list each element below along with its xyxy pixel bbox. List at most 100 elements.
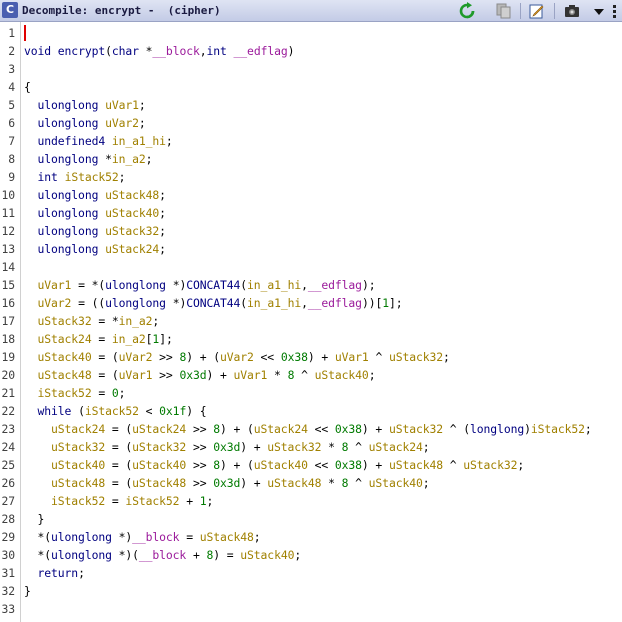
code-line[interactable]: 26 uStack48 = (uStack48 >> 0x3d) + uStac… bbox=[0, 474, 622, 492]
code-token[interactable]: int bbox=[207, 44, 227, 58]
code-token[interactable]: ) + ( bbox=[220, 422, 254, 436]
code-token[interactable]: in_a1_hi bbox=[247, 296, 301, 310]
code-line[interactable]: 6 ulonglong uVar2; bbox=[0, 114, 622, 132]
code-token[interactable]: << bbox=[308, 422, 335, 436]
code-text[interactable]: ulonglong uVar1; bbox=[24, 96, 146, 114]
code-token[interactable]: uVar1 bbox=[119, 368, 153, 382]
code-text[interactable]: ulonglong uStack40; bbox=[24, 204, 167, 222]
code-token[interactable]: ; bbox=[443, 350, 450, 364]
code-token[interactable]: uStack48 bbox=[200, 530, 254, 544]
code-token[interactable]: ulonglong bbox=[51, 548, 112, 562]
code-token[interactable]: ulonglong bbox=[38, 242, 99, 256]
code-token[interactable]: ; bbox=[139, 116, 146, 130]
code-token[interactable]: ; bbox=[159, 206, 166, 220]
code-token[interactable]: uStack32 bbox=[463, 458, 517, 472]
code-token[interactable]: uStack40 bbox=[51, 458, 105, 472]
code-token[interactable]: << bbox=[308, 458, 335, 472]
code-token[interactable]: *( bbox=[24, 548, 52, 562]
code-text[interactable]: uStack48 = (uStack48 >> 0x3d) + uStack48… bbox=[24, 474, 430, 492]
code-text[interactable]: iStack52 = 0; bbox=[24, 384, 126, 402]
code-text[interactable]: undefined4 in_a1_hi; bbox=[24, 132, 173, 150]
code-token[interactable]: = ( bbox=[105, 422, 132, 436]
code-token[interactable]: __block bbox=[152, 44, 199, 58]
code-token[interactable]: = bbox=[92, 386, 112, 400]
code-token[interactable]: CONCAT44 bbox=[186, 278, 240, 292]
code-line[interactable]: 32} bbox=[0, 582, 622, 600]
code-token[interactable]: ulonglong bbox=[38, 116, 99, 130]
code-text[interactable]: uStack40 = (uStack40 >> 8) + (uStack40 <… bbox=[24, 456, 524, 474]
code-token[interactable]: ulonglong bbox=[38, 152, 99, 166]
code-token[interactable]: = ( bbox=[105, 440, 132, 454]
code-token[interactable]: uVar2 bbox=[105, 116, 139, 130]
code-token[interactable]: 0x3d bbox=[179, 368, 206, 382]
code-token[interactable]: uStack24 bbox=[38, 332, 92, 346]
code-token[interactable]: ) + bbox=[240, 440, 267, 454]
code-token[interactable]: ) bbox=[524, 422, 531, 436]
code-token[interactable]: uStack24 bbox=[254, 422, 308, 436]
code-token[interactable]: uStack32 bbox=[267, 440, 321, 454]
code-token[interactable]: ulonglong bbox=[38, 98, 99, 112]
code-token[interactable] bbox=[24, 206, 38, 220]
code-token[interactable]: ; bbox=[152, 314, 159, 328]
code-token[interactable]: = ( bbox=[105, 458, 132, 472]
code-token[interactable] bbox=[24, 422, 51, 436]
code-token[interactable]: * bbox=[321, 440, 341, 454]
code-token[interactable]: ) + bbox=[362, 422, 389, 436]
code-token[interactable]: ) + bbox=[308, 350, 335, 364]
code-token[interactable]: uStack48 bbox=[105, 188, 159, 202]
code-token[interactable]: uStack32 bbox=[105, 224, 159, 238]
code-token[interactable]: ; bbox=[159, 188, 166, 202]
code-token[interactable]: 0x3d bbox=[213, 440, 240, 454]
code-token[interactable]: 0x1f bbox=[159, 404, 186, 418]
code-token[interactable]: uStack48 bbox=[132, 476, 186, 490]
code-token[interactable]: ^ bbox=[294, 368, 314, 382]
code-token[interactable] bbox=[24, 296, 38, 310]
code-line[interactable]: 31 return; bbox=[0, 564, 622, 582]
code-text[interactable]: } bbox=[24, 582, 31, 600]
menu-arrow-icon[interactable] bbox=[590, 2, 608, 20]
code-token[interactable]: = bbox=[179, 530, 199, 544]
code-text[interactable]: ulonglong uVar2; bbox=[24, 114, 146, 132]
code-token[interactable]: ) + bbox=[240, 476, 267, 490]
code-line[interactable]: 10 ulonglong uStack48; bbox=[0, 186, 622, 204]
code-text[interactable]: ulonglong *in_a2; bbox=[24, 150, 153, 168]
code-token[interactable] bbox=[24, 440, 51, 454]
code-line[interactable]: 9 int iStack52; bbox=[0, 168, 622, 186]
code-token[interactable]: = (( bbox=[71, 296, 105, 310]
code-token[interactable]: ulonglong bbox=[38, 206, 99, 220]
code-token[interactable] bbox=[24, 242, 38, 256]
code-token[interactable]: uStack40 bbox=[240, 548, 294, 562]
code-token[interactable]: 0x38 bbox=[335, 458, 362, 472]
code-line[interactable]: 30 *(ulonglong *)(__block + 8) = uStack4… bbox=[0, 546, 622, 564]
code-line[interactable]: 27 iStack52 = iStack52 + 1; bbox=[0, 492, 622, 510]
code-token[interactable]: *( bbox=[24, 530, 52, 544]
code-token[interactable]: * bbox=[98, 152, 112, 166]
code-token[interactable]: uVar2 bbox=[220, 350, 254, 364]
code-token[interactable]: uStack40 bbox=[315, 368, 369, 382]
code-token[interactable]: 0x38 bbox=[335, 422, 362, 436]
code-line[interactable]: 22 while (iStack52 < 0x1f) { bbox=[0, 402, 622, 420]
code-token[interactable]: ulonglong bbox=[105, 278, 166, 292]
code-token[interactable]: ) + bbox=[362, 458, 389, 472]
code-token[interactable]: ( bbox=[105, 44, 112, 58]
code-line[interactable]: 33 bbox=[0, 600, 622, 618]
code-token[interactable]: __edflag bbox=[308, 296, 362, 310]
code-token[interactable]: iStack52 bbox=[531, 422, 585, 436]
code-token[interactable]: >> bbox=[186, 422, 213, 436]
code-token[interactable]: uVar1 bbox=[335, 350, 369, 364]
code-token[interactable]: uStack24 bbox=[51, 422, 105, 436]
code-token[interactable]: ; bbox=[159, 242, 166, 256]
overflow-menu-icon[interactable] bbox=[609, 2, 621, 20]
code-token[interactable]: ]; bbox=[159, 332, 173, 346]
code-line[interactable]: 17 uStack32 = *in_a2; bbox=[0, 312, 622, 330]
code-text[interactable]: uStack24 = in_a2[1]; bbox=[24, 330, 173, 348]
code-token[interactable]: ; bbox=[369, 368, 376, 382]
code-token[interactable]: ( bbox=[71, 404, 85, 418]
code-token[interactable]: iStack52 bbox=[65, 170, 119, 184]
code-token[interactable]: __block bbox=[139, 548, 186, 562]
code-line[interactable]: 16 uVar2 = ((ulonglong *)CONCAT44(in_a1_… bbox=[0, 294, 622, 312]
code-token[interactable]: = ( bbox=[92, 368, 118, 382]
code-token[interactable]: >> bbox=[186, 476, 213, 490]
code-token[interactable] bbox=[24, 98, 38, 112]
code-token[interactable]: return bbox=[38, 566, 79, 580]
